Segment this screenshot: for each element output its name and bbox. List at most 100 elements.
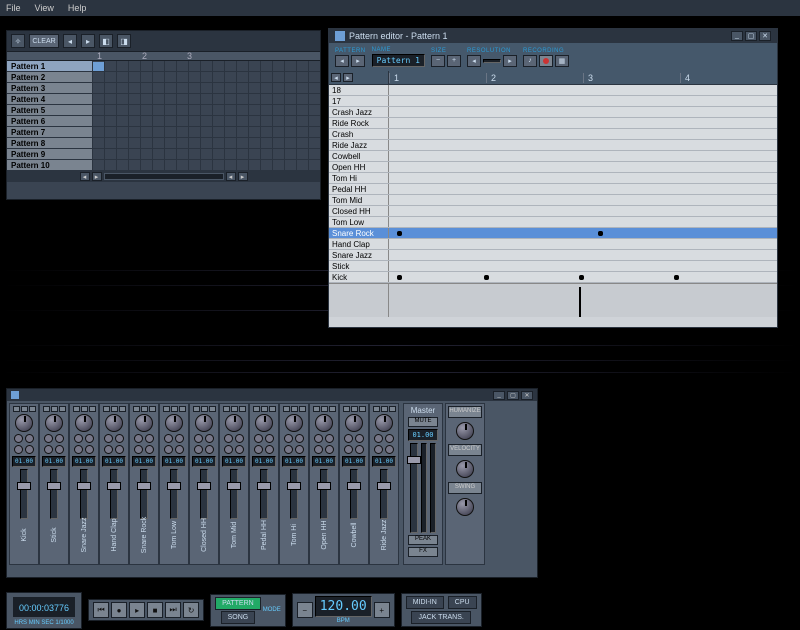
song-mode-b-button[interactable]: ◨ [117,34,131,48]
pan-knob[interactable] [105,414,123,432]
fx3-knob[interactable] [104,445,113,454]
instrument-row[interactable]: Closed HH [329,206,777,217]
strip-play-icon[interactable] [283,406,290,412]
song-ruler[interactable]: 1 2 3 [7,51,320,61]
instrument-name[interactable]: Snare Jazz [329,250,389,260]
fader-track[interactable] [50,469,58,519]
fx4-knob[interactable] [265,445,274,454]
note[interactable] [674,275,679,280]
fx2-knob[interactable] [115,434,124,443]
strip-mute-icon[interactable] [201,406,208,412]
fx4-knob[interactable] [175,445,184,454]
size-down-button[interactable]: − [431,55,445,67]
strip-play-icon[interactable] [73,406,80,412]
note-lane[interactable] [389,107,777,117]
pattern-name-cell[interactable]: Pattern 2 [7,72,93,82]
res-down-button[interactable]: ◂ [467,55,481,67]
song-pattern-row[interactable]: Pattern 2 [7,72,320,83]
song-pattern-row[interactable]: Pattern 5 [7,105,320,116]
song-pattern-row[interactable]: Pattern 3 [7,83,320,94]
fx4-knob[interactable] [25,445,34,454]
fader-handle[interactable] [227,482,241,490]
instrument-name[interactable]: Tom Mid [329,195,389,205]
pattern-name-cell[interactable]: Pattern 5 [7,105,93,115]
quantize-button[interactable]: ▦ [555,55,569,67]
strip-mute-icon[interactable] [351,406,358,412]
note-lane[interactable] [389,129,777,139]
pattern-timeline[interactable] [93,160,320,170]
strip-solo-icon[interactable] [209,406,216,412]
strip-mute-icon[interactable] [291,406,298,412]
fx4-knob[interactable] [55,445,64,454]
instrument-name[interactable]: Closed HH [329,206,389,216]
strip-solo-icon[interactable] [149,406,156,412]
song-pattern-row[interactable]: Pattern 1 [7,61,320,72]
fx1-knob[interactable] [284,434,293,443]
ffwd-button[interactable]: ⏭ [165,602,181,618]
fader-handle[interactable] [377,482,391,490]
strip-solo-icon[interactable] [119,406,126,412]
fx3-knob[interactable] [344,445,353,454]
fader-handle[interactable] [287,482,301,490]
fader-track[interactable] [200,469,208,519]
fx3-knob[interactable] [284,445,293,454]
instrument-name[interactable]: Crash [329,129,389,139]
pan-knob[interactable] [285,414,303,432]
scroll-right2-button[interactable]: ▸ [238,172,248,181]
strip-solo-icon[interactable] [29,406,36,412]
strip-solo-icon[interactable] [59,406,66,412]
instrument-row[interactable]: Cowbell [329,151,777,162]
fx4-knob[interactable] [145,445,154,454]
fx3-knob[interactable] [164,445,173,454]
strip-play-icon[interactable] [103,406,110,412]
note-lane[interactable] [389,151,777,161]
humanize-vel-knob[interactable] [456,460,474,478]
loop-button[interactable]: ↻ [183,602,199,618]
maximize-button[interactable]: ▢ [507,391,519,400]
scroll-track[interactable] [104,173,224,180]
instrument-row[interactable]: Crash Jazz [329,107,777,118]
instrument-row[interactable]: Tom Low [329,217,777,228]
close-button[interactable]: ✕ [759,31,771,41]
pan-knob[interactable] [315,414,333,432]
note-lane[interactable] [389,85,777,95]
song-new-icon[interactable]: ✧ [11,34,25,48]
strip-solo-icon[interactable] [239,406,246,412]
fx4-knob[interactable] [355,445,364,454]
fx3-knob[interactable] [254,445,263,454]
fx3-knob[interactable] [74,445,83,454]
note-lane[interactable] [389,184,777,194]
song-nudge-right-button[interactable]: ▸ [81,34,95,48]
note[interactable] [598,231,603,236]
pan-knob[interactable] [225,414,243,432]
instrument-row[interactable]: Tom Hi [329,173,777,184]
minimize-button[interactable]: _ [493,391,505,400]
record-button[interactable]: ● [111,602,127,618]
note[interactable] [484,275,489,280]
instrument-row[interactable]: Pedal HH [329,184,777,195]
scroll-left-button[interactable]: ◂ [80,172,90,181]
fx2-knob[interactable] [235,434,244,443]
strip-solo-icon[interactable] [269,406,276,412]
note-lane[interactable] [389,272,777,282]
close-button[interactable]: ✕ [521,391,533,400]
note-lane[interactable] [389,217,777,227]
instrument-row[interactable]: Kick [329,272,777,283]
strip-play-icon[interactable] [343,406,350,412]
fx4-knob[interactable] [85,445,94,454]
fx3-knob[interactable] [374,445,383,454]
fx4-knob[interactable] [235,445,244,454]
hear-button[interactable]: ♪ [523,55,537,67]
pattern-name-cell[interactable]: Pattern 3 [7,83,93,93]
song-mode-a-button[interactable]: ◧ [99,34,113,48]
fader-handle[interactable] [107,482,121,490]
instrument-row[interactable]: Ride Jazz [329,140,777,151]
instrument-name[interactable]: Tom Low [329,217,389,227]
fx1-knob[interactable] [374,434,383,443]
instrument-name[interactable]: Tom Hi [329,173,389,183]
fader-track[interactable] [80,469,88,519]
fx4-knob[interactable] [295,445,304,454]
fader-track[interactable] [230,469,238,519]
pattern-timeline[interactable] [93,72,320,82]
strip-play-icon[interactable] [43,406,50,412]
